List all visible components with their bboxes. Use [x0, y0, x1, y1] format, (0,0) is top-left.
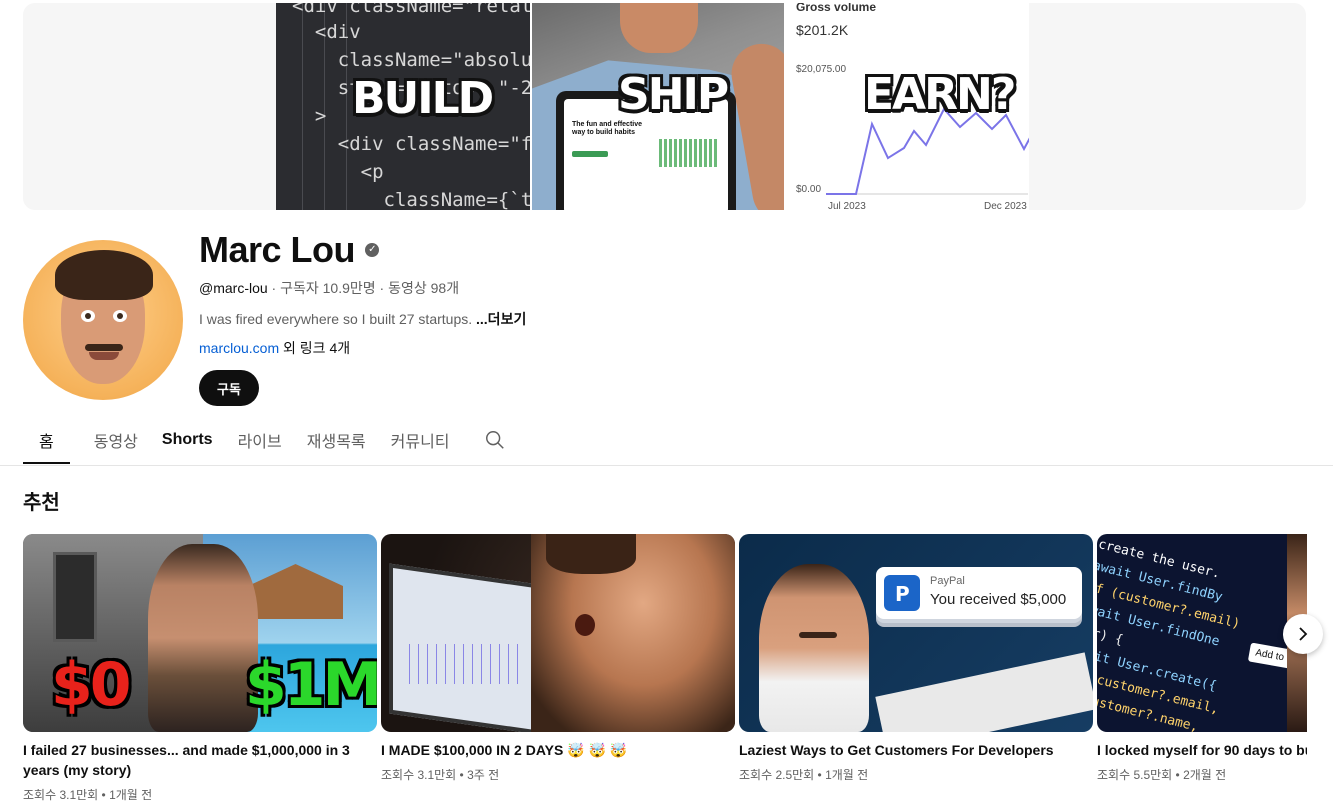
channel-description[interactable]: I was fired everywhere so I built 27 sta… [199, 309, 526, 329]
channel-tabs: 홈 동영상 Shorts 라이브 재생목록 커뮤니티 [23, 416, 506, 464]
toast-message: You received $5,000 [930, 591, 1067, 608]
video-card[interactable]: create the user. await User.findBy if (c… [1097, 534, 1307, 783]
video-card[interactable]: I MADE $100,000 IN 2 DAYS 🤯 🤯 🤯 조회수 3.1만… [381, 534, 735, 783]
video-meta: 조회수 2.5만회 • 1개월 전 [739, 768, 869, 782]
subscribe-button[interactable]: 구독 [199, 370, 259, 406]
banner-artwork: <div className="relati <div className="a… [276, 3, 1031, 210]
code-line: <p [292, 161, 384, 183]
thumb-text-zero: $0 [51, 650, 131, 720]
video-card[interactable]: P PayPal You received $5,000 Laziest Way… [739, 534, 1093, 783]
toast-brand: PayPal [930, 575, 965, 587]
section-title: 추천 [23, 492, 60, 514]
video-meta: 조회수 3.1만회 • 1개월 전 [23, 788, 153, 802]
channel-avatar[interactable] [23, 240, 183, 400]
banner-code-panel: <div className="relati <div className="a… [276, 3, 530, 210]
tabs-divider [0, 465, 1333, 466]
paypal-toast: P PayPal You received $5,000 [876, 567, 1082, 619]
more-links-text[interactable]: 외 링크 4개 [279, 340, 350, 356]
thumb-text-million: $1M [245, 650, 377, 720]
video-thumbnail[interactable]: create the user. await User.findBy if (c… [1097, 534, 1307, 732]
channel-meta: @marc-lou · 구독자 10.9만명 · 동영상 98개 [199, 278, 459, 298]
code-line: className={`te [292, 189, 531, 210]
video-title[interactable]: I failed 27 businesses... and made $1,00… [23, 740, 353, 780]
verified-badge-icon: ✓ [365, 243, 380, 257]
tab-community[interactable]: 커뮤니티 [391, 416, 450, 464]
video-title[interactable]: Laziest Ways to Get Customers For Develo… [739, 740, 1069, 760]
video-thumbnail[interactable]: P PayPal You received $5,000 [739, 534, 1093, 732]
banner-word-earn: EARN? [864, 69, 1016, 120]
more-link[interactable]: ...더보기 [476, 311, 526, 327]
video-thumbnail[interactable] [381, 534, 735, 732]
chevron-right-icon [1299, 627, 1308, 641]
code-line: className="absolut [292, 49, 530, 71]
channel-name-text: Marc Lou [199, 229, 356, 270]
tablet-headline: The fun and effective way to build habit… [572, 121, 643, 136]
channel-handle: @marc-lou [199, 280, 268, 296]
person-face [620, 3, 698, 53]
channel-banner: <div className="relati <div className="a… [23, 3, 1306, 210]
code-line: > [292, 105, 327, 127]
paypal-logo-icon: P [884, 575, 920, 611]
banner-word-ship: SHIP [618, 69, 729, 120]
tab-home[interactable]: 홈 [23, 416, 70, 464]
website-link[interactable]: marclou.com [199, 340, 279, 356]
channel-links: marclou.com 외 링크 4개 [199, 338, 350, 358]
channel-name: Marc Lou ✓ [199, 229, 380, 271]
video-card[interactable]: $0 $1M I failed 27 businesses... and mad… [23, 534, 377, 803]
channel-stats: · 구독자 10.9만명 · 동영상 98개 [267, 280, 460, 296]
tab-playlists[interactable]: 재생목록 [307, 416, 366, 464]
video-shelf: $0 $1M I failed 27 businesses... and mad… [23, 534, 1307, 805]
banner-ship-panel: The fun and effective way to build habit… [530, 3, 784, 210]
banner-earn-panel: Gross volume $201.2K $20,075.00 $0.00 Ju… [784, 3, 1029, 210]
video-thumbnail[interactable]: $0 $1M [23, 534, 377, 732]
description-text: I was fired everywhere so I built 27 sta… [199, 311, 477, 327]
video-meta: 조회수 5.5만회 • 2개월 전 [1097, 768, 1227, 782]
banner-word-build: BUILD [352, 73, 494, 124]
code-line: <div className="relati [292, 3, 530, 17]
tab-shorts[interactable]: Shorts [162, 416, 213, 464]
svg-text:P: P [895, 582, 910, 606]
tab-live[interactable]: 라이브 [238, 416, 282, 464]
tab-videos[interactable]: 동영상 [94, 416, 138, 464]
video-title[interactable]: I MADE $100,000 IN 2 DAYS 🤯 🤯 🤯 [381, 740, 711, 760]
video-title[interactable]: I locked myself for 90 days to build [1097, 740, 1307, 760]
search-icon[interactable] [484, 429, 506, 451]
code-line: <div [292, 21, 361, 43]
video-meta: 조회수 3.1만회 • 3주 전 [381, 768, 500, 782]
code-line: <div className="f [292, 133, 530, 155]
shelf-next-button[interactable] [1283, 614, 1323, 654]
